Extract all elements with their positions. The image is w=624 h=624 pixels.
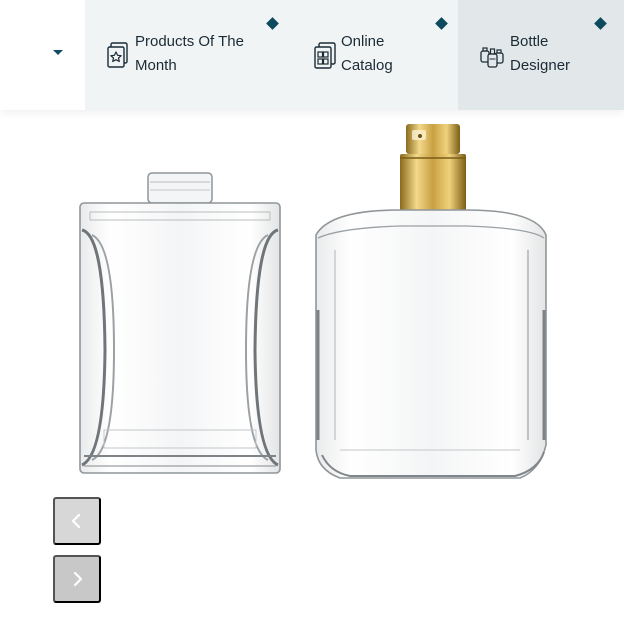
- nav-label-line-2: Catalog: [341, 57, 393, 74]
- chevron-right-icon: [73, 571, 83, 587]
- gallery-next-button[interactable]: [53, 555, 101, 603]
- bottle-designer-icon: [480, 47, 504, 68]
- diamond-marker-icon: [594, 17, 607, 30]
- product-image: [79, 124, 547, 479]
- diamond-marker-icon: [266, 17, 279, 30]
- gallery-prev-button[interactable]: [53, 497, 101, 545]
- nav-label-line-1: Products Of The: [135, 33, 244, 50]
- nav-label-line-2: Month: [135, 57, 177, 74]
- star-card-icon: [107, 42, 128, 68]
- menu-dropdown-toggle[interactable]: [0, 0, 85, 110]
- nav-item-online-catalog[interactable]: Online Catalog: [294, 0, 458, 110]
- nav-label-line-1: Online: [341, 33, 385, 50]
- clear-glass-bottle-with-gold-sprayer: [315, 124, 547, 479]
- nav-item-products-of-the-month[interactable]: Products Of The Month: [85, 0, 294, 110]
- product-image-gallery: [0, 110, 624, 490]
- caret-down-icon[interactable]: [53, 50, 63, 55]
- nav-item-bottle-designer[interactable]: Bottle Designer: [458, 0, 624, 110]
- clear-glass-bottle-neck: [79, 172, 281, 474]
- nav-item-label: Online Catalog: [341, 30, 461, 78]
- nav-label-line-2: Designer: [510, 57, 571, 74]
- catalog-icon: [314, 42, 336, 69]
- diamond-marker-icon: [435, 17, 448, 30]
- top-navigation: Products Of The Month Online Catalog Bot…: [0, 0, 624, 110]
- nav-item-label: Bottle Designer: [510, 30, 624, 78]
- nav-label-line-1: Bottle: [510, 33, 549, 50]
- chevron-left-icon: [71, 513, 81, 529]
- nav-item-label: Products Of The Month: [135, 30, 255, 78]
